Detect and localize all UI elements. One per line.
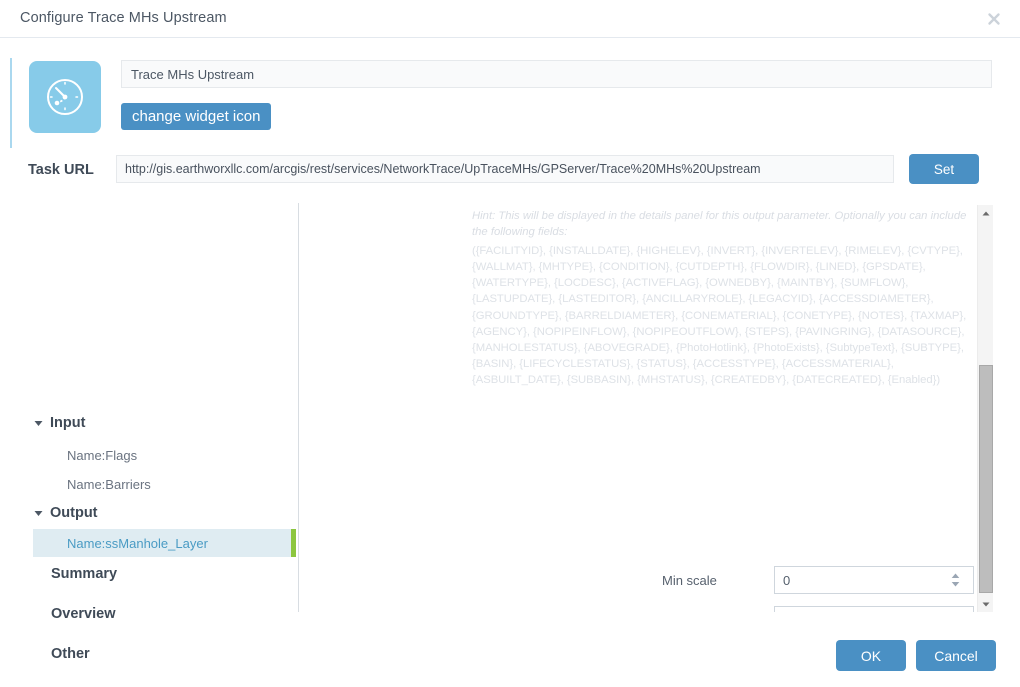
cancel-button[interactable]: Cancel (916, 640, 996, 671)
left-accent-rule (10, 58, 12, 148)
panel-divider (298, 203, 299, 612)
content-scrollbar[interactable] (977, 205, 993, 612)
tree-item-other-label: Other (51, 646, 90, 662)
task-url-input[interactable] (116, 155, 894, 183)
tree-item-barriers[interactable]: Name:Barriers (67, 470, 151, 498)
tree-item-flags-label: Name:Flags (67, 447, 138, 463)
tree-item-flags[interactable]: Name:Flags (67, 441, 137, 469)
output-parameter-panel: Hint: This will be displayed in the deta… (300, 203, 977, 612)
widget-name-input[interactable] (121, 60, 992, 88)
set-url-button[interactable]: Set (909, 154, 979, 184)
trace-widget-icon[interactable] (29, 61, 101, 133)
min-scale-stepper[interactable] (774, 566, 974, 594)
max-scale-input[interactable] (775, 607, 943, 612)
tree-item-ssmanhole-layer-label: Name:ssManhole_Layer (67, 535, 208, 551)
details-hint: Hint: This will be displayed in the deta… (472, 208, 969, 389)
tree-selection-indicator (291, 529, 296, 557)
tree-item-other[interactable]: Other (51, 640, 90, 668)
close-icon[interactable] (982, 7, 1006, 31)
tree-group-output-label: Output (50, 505, 98, 521)
tree-group-input[interactable]: Input (33, 409, 85, 437)
scroll-up-icon[interactable] (978, 205, 994, 221)
details-hint-intro: Hint: This will be displayed in the deta… (472, 210, 967, 239)
dialog-title: Configure Trace MHs Upstream (20, 10, 227, 26)
tree-item-summary[interactable]: Summary (51, 560, 117, 588)
min-scale-label: Min scale (662, 573, 717, 588)
ok-button[interactable]: OK (836, 640, 906, 671)
task-url-label: Task URL (28, 162, 94, 178)
tree-item-overview[interactable]: Overview (51, 600, 116, 628)
tree-group-input-label: Input (50, 415, 86, 431)
details-hint-fields: ({FACILITYID}, {INSTALLDATE}, {HIGHELEV}… (472, 244, 967, 387)
max-scale-stepper[interactable] (774, 606, 974, 612)
chevron-down-icon (33, 418, 44, 429)
scrollbar-thumb[interactable] (979, 365, 993, 593)
tree-item-overview-label: Overview (51, 606, 116, 622)
configure-widget-dialog: Configure Trace MHs Upstream change widg… (0, 0, 1020, 687)
tree-item-ssmanhole-layer[interactable]: Name:ssManhole_Layer (33, 529, 296, 557)
min-scale-input[interactable] (775, 567, 943, 593)
min-scale-spin-buttons[interactable] (943, 567, 967, 593)
scroll-down-icon[interactable] (978, 596, 994, 612)
max-scale-spin-buttons[interactable] (943, 607, 967, 612)
tree-group-output[interactable]: Output (33, 499, 98, 527)
tree-item-barriers-label: Name:Barriers (67, 476, 151, 492)
tree-item-summary-label: Summary (51, 566, 118, 582)
dialog-titlebar: Configure Trace MHs Upstream (0, 0, 1020, 38)
parameter-tree: Input Name:Flags Name:Barriers Output Na… (0, 203, 299, 662)
change-widget-icon-button[interactable]: change widget icon (121, 103, 272, 130)
chevron-down-icon (33, 508, 44, 519)
